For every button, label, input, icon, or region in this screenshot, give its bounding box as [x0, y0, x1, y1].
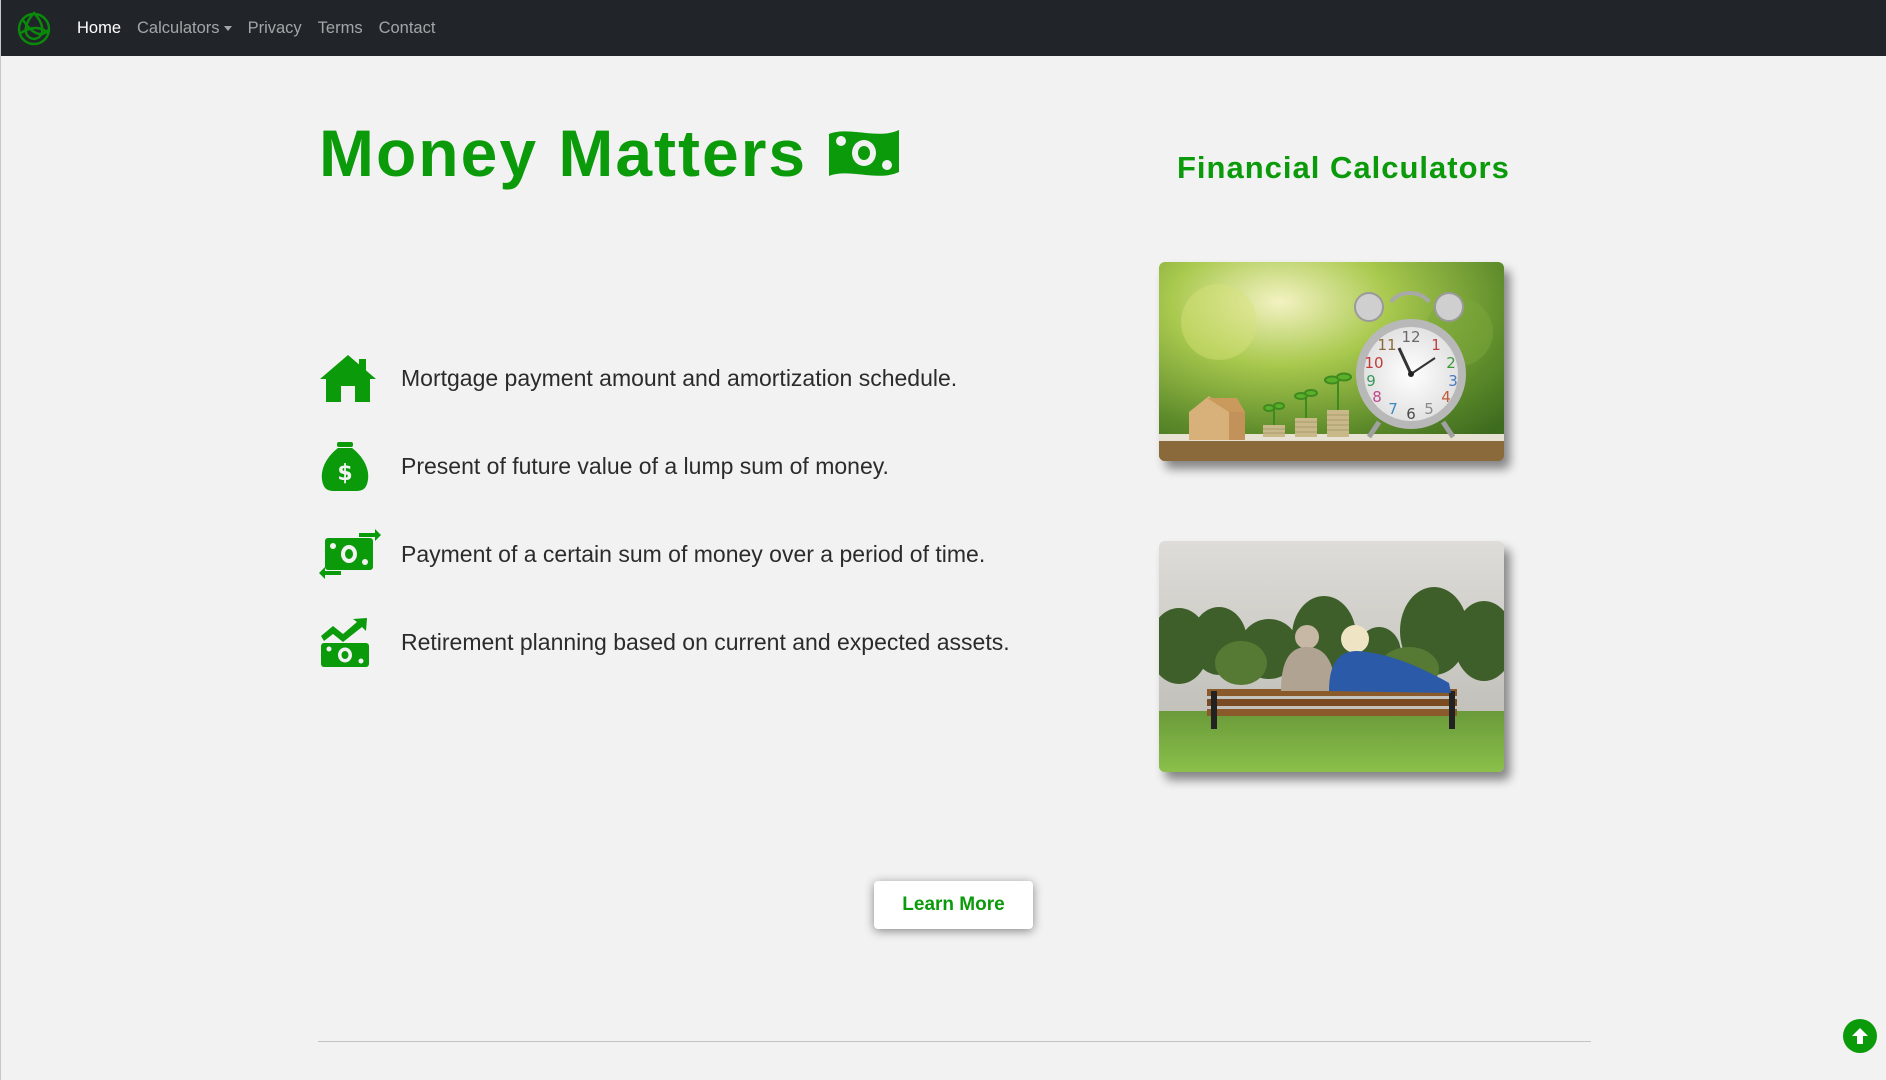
chevron-down-icon [223, 25, 232, 31]
page-title-text: Money Matters [319, 116, 808, 190]
feature-text: Payment of a certain sum of money over a… [401, 540, 986, 567]
money-growth-icon [319, 616, 381, 668]
page-title: Money Matters [319, 120, 901, 186]
feature-item-lump-sum: $ Present of future value of a lump sum … [319, 440, 889, 492]
svg-text:4: 4 [1441, 388, 1451, 406]
money-bag-icon: $ [319, 440, 381, 492]
brand-logo-icon[interactable] [13, 7, 55, 49]
top-navbar: Home Calculators Privacy Terms Contact [1, 0, 1886, 56]
financial-calculators-heading: Financial Calculators [1177, 150, 1510, 185]
nav-calculators-label: Calculators [137, 18, 220, 37]
money-exchange-icon [319, 528, 381, 580]
svg-text:8: 8 [1372, 388, 1382, 406]
money-bill-icon [827, 124, 901, 182]
svg-text:12: 12 [1401, 328, 1420, 346]
learn-more-button[interactable]: Learn More [874, 881, 1033, 929]
couple-on-bench-photo [1159, 541, 1504, 772]
feature-text: Present of future value of a lump sum of… [401, 452, 889, 479]
nav-calculators-dropdown[interactable]: Calculators [137, 19, 232, 38]
feature-text: Retirement planning based on current and… [401, 628, 1010, 655]
svg-text:7: 7 [1388, 400, 1398, 418]
svg-text:2: 2 [1446, 354, 1456, 372]
svg-text:9: 9 [1366, 372, 1376, 390]
arrow-up-icon [1852, 1028, 1868, 1044]
svg-text:10: 10 [1364, 354, 1383, 372]
svg-text:$: $ [337, 461, 352, 486]
footer-divider [318, 1041, 1591, 1042]
nav-privacy[interactable]: Privacy [248, 19, 302, 38]
svg-text:1: 1 [1431, 336, 1441, 354]
feature-text: Mortgage payment amount and amortization… [401, 364, 958, 391]
scroll-to-top-button[interactable] [1843, 1019, 1877, 1053]
svg-text:5: 5 [1424, 400, 1434, 418]
svg-text:6: 6 [1406, 405, 1416, 423]
feature-item-payment: Payment of a certain sum of money over a… [319, 528, 985, 580]
feature-item-mortgage: Mortgage payment amount and amortization… [319, 352, 957, 404]
nav-terms[interactable]: Terms [318, 19, 363, 38]
alarm-clock-coins-photo: 12 1 2 3 4 5 6 7 8 9 10 11 [1159, 262, 1504, 461]
feature-item-retirement: Retirement planning based on current and… [319, 616, 1010, 668]
nav-home[interactable]: Home [77, 19, 121, 38]
svg-text:11: 11 [1377, 336, 1396, 354]
house-icon [319, 352, 381, 404]
nav-contact[interactable]: Contact [379, 19, 436, 38]
